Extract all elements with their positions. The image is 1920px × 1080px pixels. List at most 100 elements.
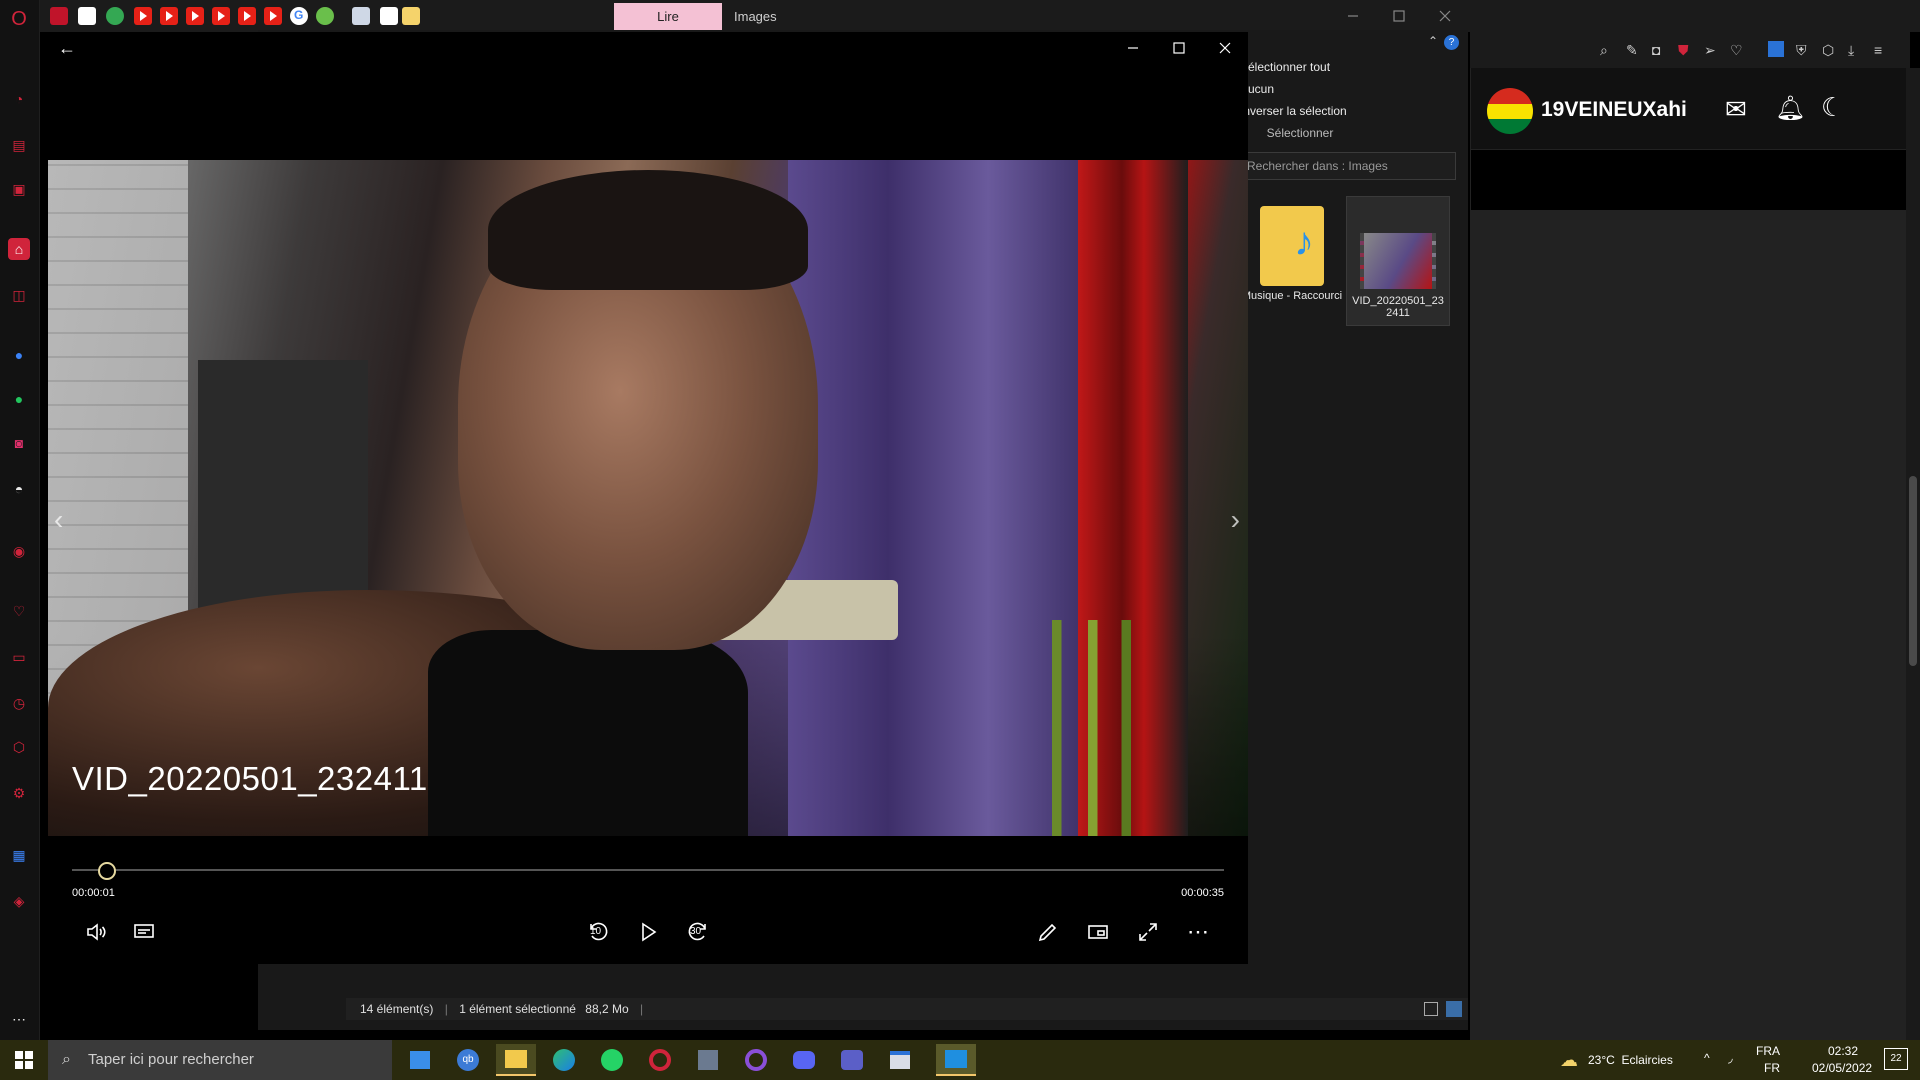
google-tab-icon[interactable] — [290, 7, 308, 25]
camera-icon[interactable]: ◘ — [1652, 42, 1660, 58]
shopping-icon[interactable]: ▤ — [8, 134, 30, 156]
tab-favicon[interactable] — [352, 7, 370, 25]
tab-favicon[interactable] — [316, 7, 334, 25]
home-icon[interactable]: ⌂ — [8, 238, 30, 260]
weather-text[interactable]: 23°C Eclaircies — [1588, 1053, 1673, 1067]
messenger-icon[interactable]: ● — [8, 344, 30, 366]
whatsapp-app-icon[interactable] — [592, 1044, 632, 1076]
heart-icon[interactable]: ♡ — [1730, 42, 1743, 59]
explorer-search-input[interactable]: Rechercher dans : Images — [1240, 152, 1456, 180]
app-icon[interactable] — [688, 1044, 728, 1076]
chevron-up-icon[interactable]: ^ — [1704, 1051, 1710, 1065]
settings-icon[interactable]: ⚙ — [8, 782, 30, 804]
details-view-icon[interactable] — [1424, 1002, 1438, 1016]
file-explorer-app-icon[interactable] — [496, 1044, 536, 1076]
tab-favicon[interactable] — [78, 7, 96, 25]
edge-app-icon[interactable] — [544, 1044, 584, 1076]
more-icon[interactable]: ⋯ — [8, 1008, 30, 1030]
avatar[interactable] — [1487, 88, 1533, 134]
tab-lire[interactable]: Lire — [614, 3, 722, 31]
tab-favicon[interactable] — [50, 7, 68, 25]
clock-date[interactable]: 02/05/2022 — [1812, 1061, 1872, 1075]
maps-icon[interactable] — [106, 7, 124, 25]
ublock-icon[interactable]: ◈ — [8, 890, 30, 912]
qbittorrent-app-icon[interactable]: qb — [448, 1044, 488, 1076]
wifi-icon[interactable]: ◞ — [1728, 1051, 1733, 1065]
skip-forward-button[interactable]: 30 — [678, 912, 718, 952]
collapse-ribbon-icon[interactable]: ⌃ — [1428, 34, 1438, 48]
skip-back-button[interactable]: 10 — [578, 912, 618, 952]
language-top[interactable]: FRA — [1756, 1044, 1780, 1058]
select-none-item[interactable]: Aucun — [1240, 78, 1360, 100]
scrollbar-thumb[interactable] — [1909, 476, 1917, 666]
minimize-button[interactable] — [1110, 32, 1156, 64]
shield-icon[interactable]: ⛨ — [1796, 42, 1807, 59]
clock-time[interactable]: 02:32 — [1828, 1044, 1858, 1058]
instagram-icon[interactable]: ◙ — [8, 432, 30, 454]
close-button[interactable] — [1202, 32, 1248, 64]
teams-app-icon[interactable] — [832, 1044, 872, 1076]
scrollbar[interactable] — [1906, 68, 1920, 1040]
fullscreen-button[interactable] — [1128, 912, 1168, 952]
seek-bar[interactable] — [72, 869, 1224, 871]
back-arrow-icon[interactable]: ← — [58, 38, 76, 59]
close-button[interactable] — [1422, 0, 1468, 32]
more-options-button[interactable]: ⋯ — [1178, 912, 1218, 952]
moon-icon[interactable]: ☾ — [1821, 92, 1844, 123]
volume-button[interactable] — [76, 912, 116, 952]
mail-icon[interactable]: ✉ — [1725, 94, 1747, 125]
help-icon[interactable]: ? — [1444, 35, 1459, 50]
taskbar-search-input[interactable]: ⌕ Taper ici pour rechercher — [48, 1040, 392, 1080]
next-arrow-icon[interactable]: › — [1231, 504, 1240, 536]
notifications-icon[interactable]: 22 — [1884, 1048, 1908, 1070]
edit-icon[interactable]: ✎ — [1626, 42, 1638, 59]
weather-icon[interactable]: ☁ — [1560, 1050, 1578, 1071]
seek-thumb[interactable] — [97, 862, 116, 880]
player-icon[interactable]: ◉ — [8, 540, 30, 562]
store-app-icon[interactable] — [400, 1044, 440, 1076]
cube-icon[interactable]: ⬡ — [1822, 42, 1834, 59]
youtube-tab-icon[interactable] — [160, 7, 178, 25]
opera-app-icon[interactable] — [640, 1044, 680, 1076]
invert-selection-item[interactable]: Inverser la sélection — [1240, 100, 1360, 122]
youtube-tab-icon[interactable] — [212, 7, 230, 25]
minimize-button[interactable] — [1330, 0, 1376, 32]
cortana-app-icon[interactable] — [736, 1044, 776, 1076]
opera-logo-icon[interactable]: O — [8, 8, 30, 30]
tab-favicon[interactable] — [380, 7, 398, 25]
file-item-selected[interactable]: VID_20220501_232411 — [1346, 196, 1450, 326]
youtube-tab-icon[interactable] — [264, 7, 282, 25]
send-icon[interactable]: ➢ — [1704, 42, 1716, 59]
tab-favicon[interactable] — [402, 7, 420, 25]
discord-app-icon[interactable] — [784, 1044, 824, 1076]
news-icon[interactable]: ▭ — [8, 646, 30, 668]
youtube-tab-icon[interactable] — [238, 7, 256, 25]
file-item[interactable]: ♪ Musique - Raccourci — [1240, 196, 1344, 326]
start-button[interactable] — [0, 1040, 48, 1080]
menu-icon[interactable]: ≡ — [1874, 42, 1882, 58]
translate-icon[interactable]: ▦ — [8, 844, 30, 866]
previous-arrow-icon[interactable]: ‹ — [54, 504, 63, 536]
captions-button[interactable] — [124, 912, 164, 952]
translate-icon[interactable] — [1768, 41, 1784, 57]
zoom-icon[interactable]: ⌕ — [1600, 42, 1608, 59]
tiles-view-icon[interactable] — [1446, 1001, 1462, 1017]
gaming-icon[interactable]: ◫ — [8, 284, 30, 306]
adblock-icon[interactable]: ⛊ — [1678, 42, 1689, 59]
twitch-icon[interactable]: ▣ — [8, 178, 30, 200]
play-button[interactable] — [628, 912, 668, 952]
maximize-button[interactable] — [1376, 0, 1422, 32]
history-icon[interactable]: ◷ — [8, 692, 30, 714]
speed-dial-icon[interactable]: ◔ — [8, 88, 30, 110]
edit-button[interactable] — [1028, 912, 1068, 952]
whatsapp-icon[interactable]: ● — [8, 388, 30, 410]
language-bottom[interactable]: FR — [1764, 1061, 1780, 1075]
select-all-item[interactable]: Sélectionner tout — [1240, 56, 1360, 78]
heart-icon[interactable]: ♡ — [8, 600, 30, 622]
youtube-tab-icon[interactable] — [134, 7, 152, 25]
mini-view-button[interactable] — [1078, 912, 1118, 952]
video-frame[interactable]: ‹ › VID_20220501_232411 — [48, 160, 1248, 836]
media-player-app-icon[interactable] — [936, 1044, 976, 1076]
extensions-icon[interactable]: ⬡ — [8, 736, 30, 758]
app-icon[interactable] — [880, 1044, 920, 1076]
